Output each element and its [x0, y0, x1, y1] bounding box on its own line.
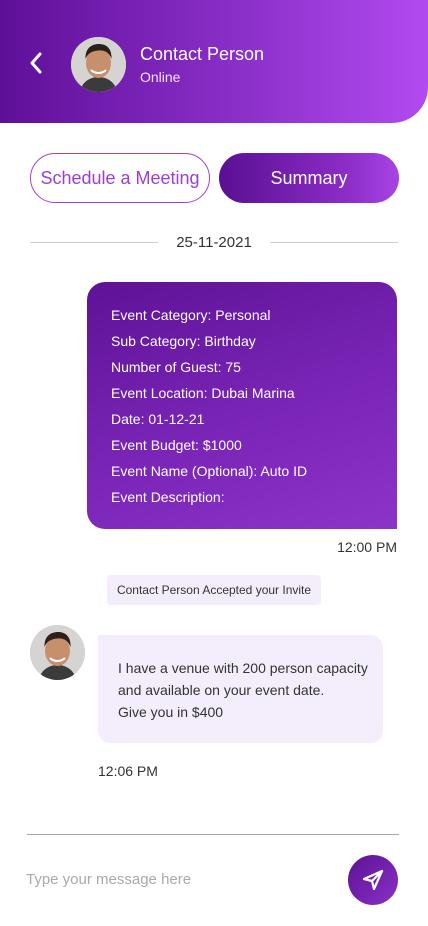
chat-header: Contact Person Online	[0, 0, 428, 123]
summary-line: Event Description:	[111, 489, 225, 505]
incoming-message-bubble: I have a venue with 200 person capacity …	[98, 635, 383, 743]
summary-line: Event Name (Optional): Auto ID	[111, 463, 308, 479]
invite-accepted-note: Contact Person Accepted your Invite	[107, 575, 321, 605]
message-input[interactable]	[26, 864, 326, 894]
summary-line: Sub Category: Birthday	[111, 333, 256, 349]
incoming-message-time: 12:06 PM	[98, 763, 158, 779]
date-divider-line-left	[30, 242, 158, 243]
summary-line: Event Budget: $1000	[111, 437, 242, 453]
date-divider: 25-11-2021	[176, 234, 252, 251]
contact-name: Contact Person	[140, 44, 265, 64]
message-line: Give you in $400	[118, 704, 224, 720]
message-line: and available on your event date.	[118, 682, 325, 698]
contact-status: Online	[140, 69, 181, 85]
summary-message-time: 12:00 PM	[337, 539, 397, 555]
summary-line: Event Location: Dubai Marina	[111, 385, 295, 401]
composer-divider	[27, 834, 399, 835]
summary-button[interactable]: Summary	[219, 153, 399, 203]
contact-avatar[interactable]	[71, 37, 126, 92]
date-divider-line-right	[270, 242, 398, 243]
chevron-left-icon	[30, 52, 42, 74]
summary-line: Event Category: Personal	[111, 307, 271, 323]
send-button[interactable]	[348, 855, 398, 905]
summary-line: Number of Guest: 75	[111, 359, 241, 375]
message-line: I have a venue with 200 person capacity	[118, 660, 368, 676]
back-button[interactable]	[22, 48, 50, 78]
summary-line: Date: 01-12-21	[111, 411, 205, 427]
schedule-meeting-button[interactable]: Schedule a Meeting	[30, 153, 210, 203]
send-icon	[362, 869, 384, 891]
sender-avatar[interactable]	[30, 625, 85, 680]
event-summary-bubble: Event Category: Personal Sub Category: B…	[87, 282, 397, 529]
